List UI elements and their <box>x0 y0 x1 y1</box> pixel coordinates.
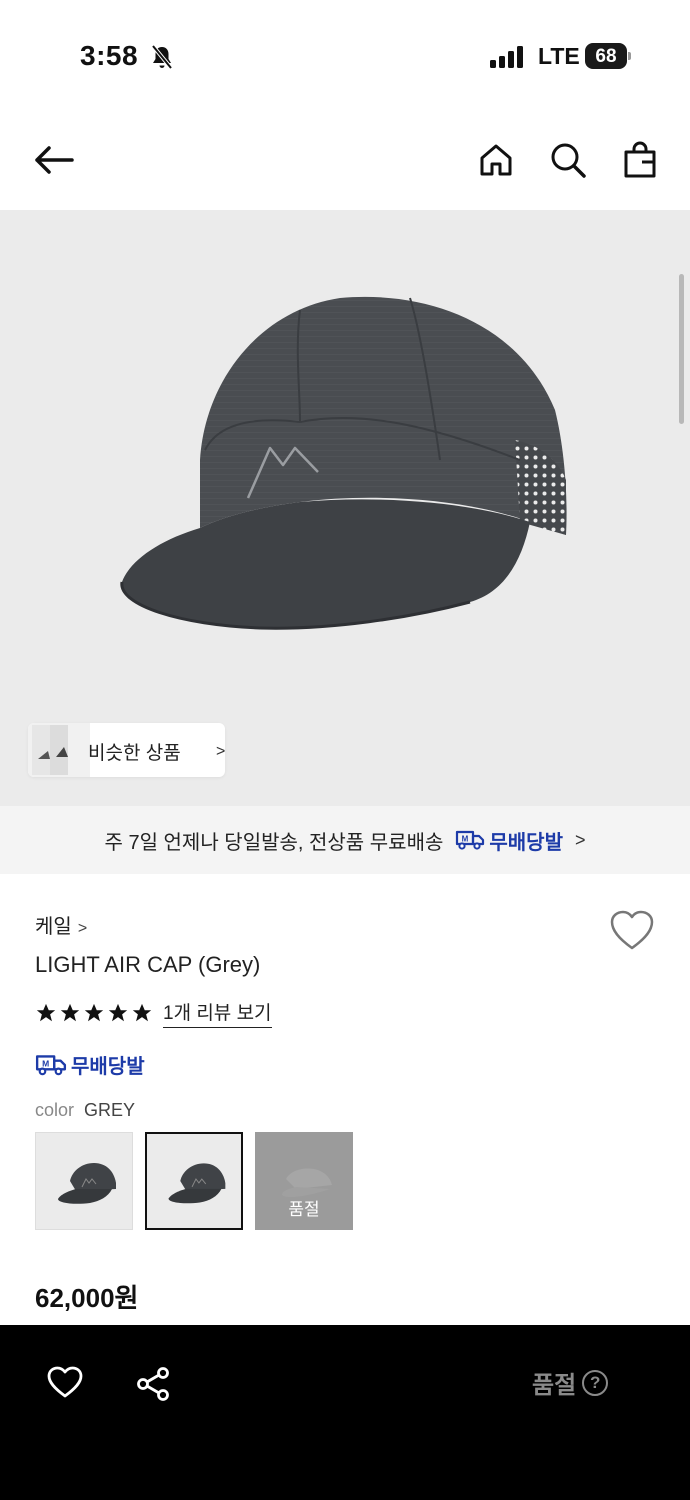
color-option-label: color GREY <box>35 1100 135 1121</box>
color-swatch-selected[interactable] <box>145 1132 243 1230</box>
search-button[interactable] <box>546 138 590 182</box>
bell-muted-icon <box>151 44 173 70</box>
product-cap-image <box>120 296 567 630</box>
chevron-right-icon: > <box>77 920 88 937</box>
heart-outline-icon <box>47 1366 83 1398</box>
review-link[interactable]: 1개 리뷰 보기 <box>163 998 272 1028</box>
search-icon <box>551 143 586 178</box>
free-shipping-badge: M 무배당발 <box>35 1050 145 1079</box>
chevron-right-icon: > <box>574 829 586 850</box>
star-icon <box>36 1003 56 1022</box>
star-rating <box>35 1002 155 1024</box>
chevron-right-icon: > <box>216 743 225 760</box>
bottom-action-bar: 품절 ? <box>0 1325 690 1500</box>
color-key: color <box>35 1100 75 1120</box>
svg-text:M: M <box>462 835 469 844</box>
help-icon[interactable]: ? <box>582 1369 609 1396</box>
similar-products-label: 비슷한 상품 <box>88 743 181 764</box>
star-icon <box>108 1003 128 1022</box>
shipping-banner[interactable]: 주 7일 언제나 당일발송, 전상품 무료배송 M 무배당발 > <box>0 806 690 874</box>
shipping-badge-label: 무배당발 <box>489 831 563 854</box>
soldout-button-label: 품절 <box>532 1372 577 1399</box>
swatch-cap-thumbnail <box>168 1163 226 1204</box>
soldout-button[interactable]: 품절 ? <box>532 1365 609 1400</box>
share-icon <box>137 1367 169 1401</box>
status-bar: 3:58 LTE 68 <box>0 0 690 110</box>
product-image-gallery[interactable]: 비슷한 상품 > <box>0 210 690 806</box>
star-icon <box>132 1003 152 1022</box>
free-shipping-label: 무배당발 <box>71 1056 145 1078</box>
similar-products-button[interactable]: 비슷한 상품 > <box>28 723 225 777</box>
battery-tip <box>628 52 631 60</box>
star-icon <box>60 1003 80 1022</box>
similar-products-thumbnail <box>28 723 90 777</box>
delivery-truck-icon: M <box>35 1054 67 1075</box>
back-button[interactable] <box>32 138 76 182</box>
shopping-bag-icon <box>624 141 656 178</box>
svg-text:M: M <box>42 1058 49 1068</box>
brand-link[interactable]: 케일 > <box>35 910 87 939</box>
product-price: 62,000원 <box>35 1283 139 1313</box>
battery-level: 68 <box>595 46 617 67</box>
soldout-label: 품절 <box>288 1200 320 1219</box>
status-time: 3:58 <box>80 40 139 71</box>
star-icon <box>84 1003 104 1022</box>
signal-icon <box>490 46 523 68</box>
color-value: GREY <box>84 1100 136 1120</box>
color-swatches: 품절 <box>35 1132 365 1230</box>
share-button[interactable] <box>135 1365 173 1403</box>
battery-indicator: 68 <box>585 43 631 69</box>
home-button[interactable] <box>474 138 518 182</box>
product-title: LIGHT AIR CAP (Grey) <box>35 952 261 977</box>
bottom-wishlist-button[interactable] <box>46 1365 84 1399</box>
cart-button[interactable] <box>618 138 662 182</box>
gallery-scrollbar[interactable] <box>679 274 684 424</box>
color-swatch[interactable] <box>35 1132 133 1230</box>
network-label: LTE <box>538 43 580 69</box>
back-arrow-icon <box>35 146 74 174</box>
wishlist-button[interactable] <box>608 908 656 952</box>
color-swatch-soldout[interactable]: 품절 <box>255 1132 353 1230</box>
shipping-banner-text: 주 7일 언제나 당일발송, 전상품 무료배송 <box>104 831 444 854</box>
swatch-cap-thumbnail <box>58 1163 116 1204</box>
rating-row: 1개 리뷰 보기 <box>35 998 272 1028</box>
delivery-truck-icon: M <box>456 830 485 850</box>
brand-name: 케일 <box>35 916 72 938</box>
home-icon <box>480 144 512 176</box>
heart-outline-icon <box>610 910 654 950</box>
free-shipping-badge: M 무배당발 <box>455 826 563 855</box>
top-nav <box>0 110 690 210</box>
